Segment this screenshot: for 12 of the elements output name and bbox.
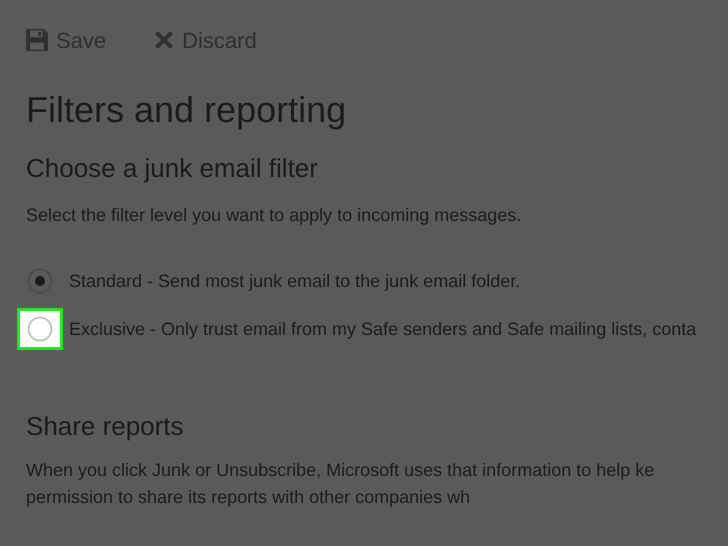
- paragraph-line: When you click Junk or Unsubscribe, Microsoft uses that information to help ke: [26, 458, 656, 482]
- paragraph-line: permission to share its reports with other companies wh: [26, 486, 472, 509]
- description-text: Select the filter level you want to apply to incoming messages.: [26, 204, 522, 228]
- page-title: Filters and reporting: [26, 88, 348, 132]
- option-label: Standard - Send most junk email to the junk email folder.: [69, 270, 520, 293]
- radio-button[interactable]: [27, 316, 53, 342]
- option-label: Exclusive - Only trust email from my Safe senders and Safe mailing lists, conta: [69, 318, 696, 341]
- close-icon: [154, 30, 174, 50]
- save-icon: [26, 29, 48, 51]
- radio-button[interactable]: [27, 268, 53, 294]
- section-heading: Share reports: [26, 411, 185, 443]
- section-heading: Choose a junk email filter: [26, 153, 319, 184]
